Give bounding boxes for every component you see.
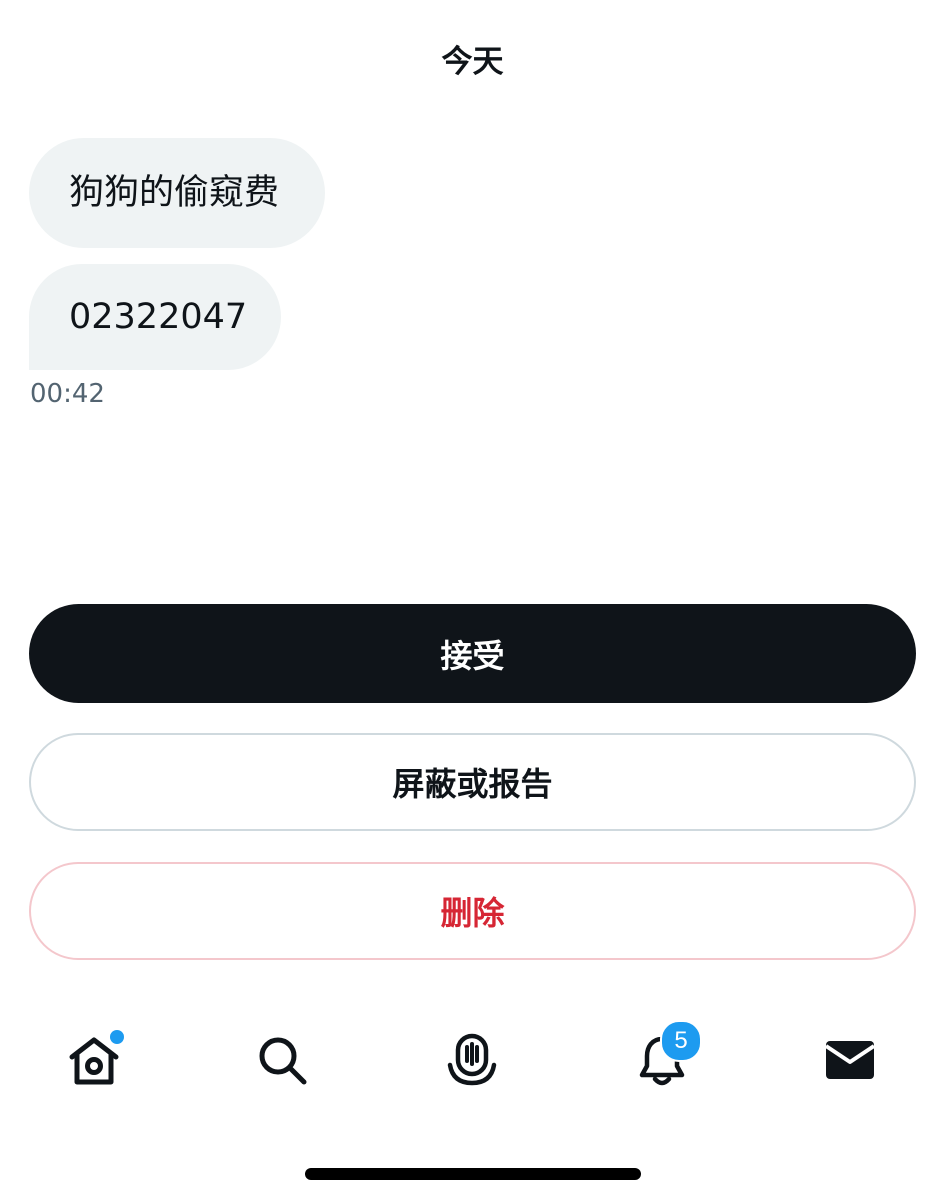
message-bubble[interactable]: 02322047	[29, 264, 281, 370]
block-or-report-button[interactable]: 屏蔽或报告	[29, 733, 916, 831]
date-header: 今天	[441, 44, 504, 80]
delete-button[interactable]: 删除	[29, 862, 916, 960]
tab-bar: 5	[0, 1010, 945, 1110]
message-text: 02322047	[69, 297, 248, 337]
spaces-icon	[447, 1033, 497, 1086]
message-timestamp: 00:42	[30, 379, 105, 409]
tab-search[interactable]	[242, 1020, 322, 1100]
accept-button-label: 接受	[440, 636, 505, 675]
tab-home[interactable]	[54, 1020, 134, 1100]
home-indicator	[305, 1168, 641, 1180]
search-icon	[259, 1037, 307, 1085]
mail-icon	[824, 1041, 876, 1079]
tab-spaces[interactable]	[432, 1020, 512, 1100]
accept-button[interactable]: 接受	[29, 604, 916, 703]
home-notification-dot	[110, 1030, 124, 1044]
message-bubble[interactable]: 狗狗的偷窥费	[29, 138, 325, 248]
message-text: 狗狗的偷窥费	[69, 173, 280, 213]
block-or-report-button-label: 屏蔽或报告	[392, 765, 553, 803]
tab-messages[interactable]	[810, 1020, 890, 1100]
tab-notifications[interactable]: 5	[622, 1020, 702, 1100]
notification-count-badge: 5	[660, 1020, 702, 1062]
delete-button-label: 删除	[440, 894, 505, 932]
